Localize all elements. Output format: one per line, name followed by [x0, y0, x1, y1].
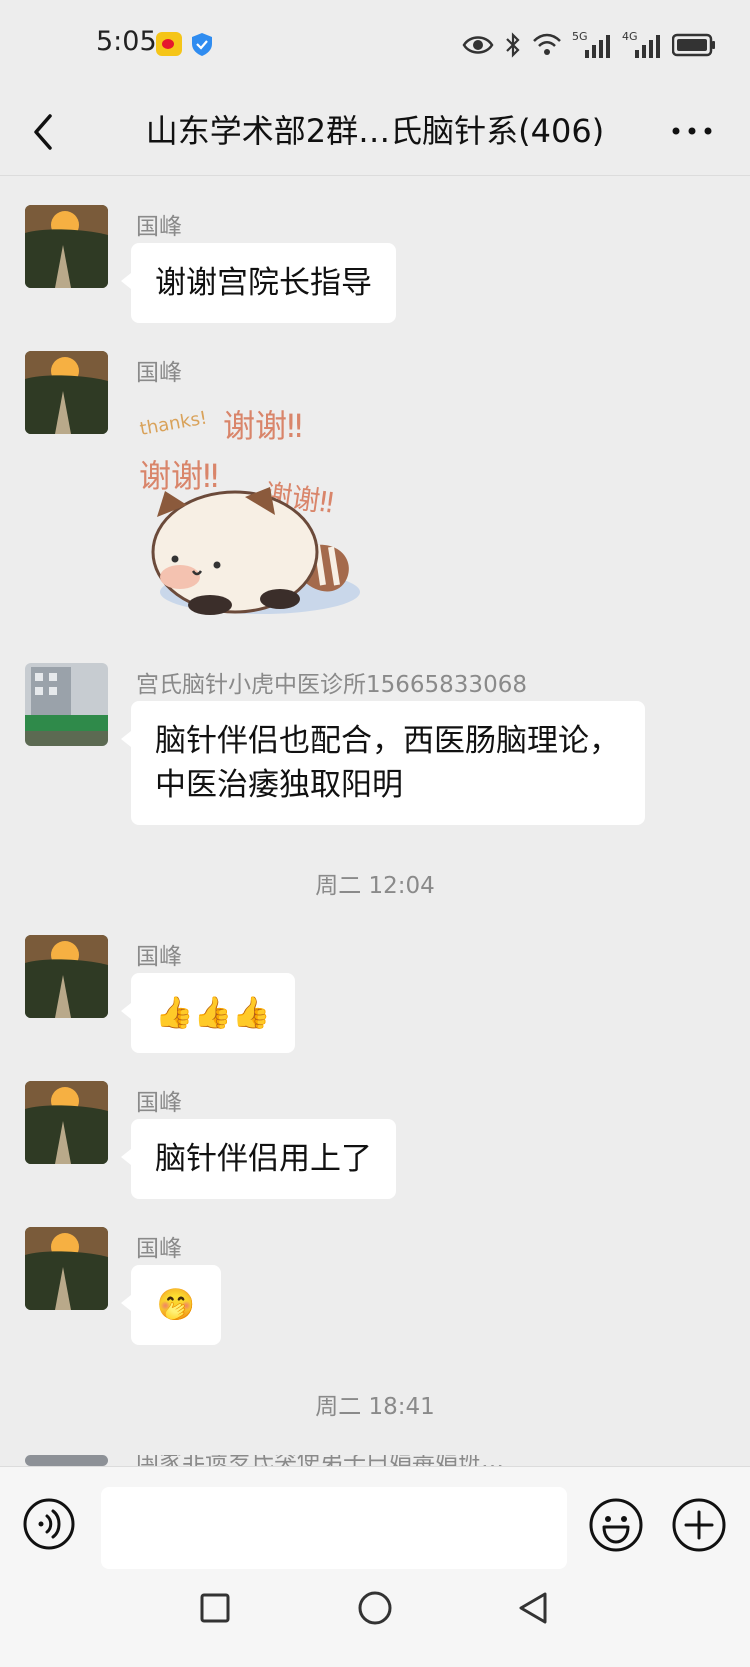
- chat-timestamp: 周二 18:41: [315, 1394, 435, 1420]
- sender-name: 宫氏脑针小虎中医诊所15665833068: [136, 672, 527, 698]
- message-item: 国峰 脑针伴侣用上了: [0, 1081, 750, 1201]
- back-arrow-icon[interactable]: [26, 110, 62, 154]
- sender-name: 国峰: [136, 944, 182, 970]
- message-item: 宫氏脑针小虎中医诊所15665833068 脑针伴侣也配合，西医肠脑理论，中医治…: [0, 663, 750, 833]
- sender-name: 国峰: [136, 214, 182, 240]
- message-bubble[interactable]: 脑针伴侣用上了: [121, 1119, 396, 1199]
- message-item: 国峰 👍👍👍: [0, 935, 750, 1055]
- message-item: 国峰 thanks! 谢谢‼ 谢谢‼ 谢谢‼: [0, 351, 750, 636]
- avatar[interactable]: [25, 1081, 108, 1164]
- avatar-sunset-image: [25, 1081, 108, 1164]
- avatar[interactable]: [25, 1227, 108, 1310]
- more-functions-plus-icon[interactable]: [671, 1497, 727, 1553]
- battery-icon: [672, 33, 715, 57]
- wifi-icon: [533, 33, 561, 55]
- bluetooth-icon: [506, 32, 520, 58]
- status-bar: 5:05 5G 4G: [0, 0, 750, 88]
- sticker-text: 谢谢‼: [223, 407, 303, 445]
- message-item: 国峰 谢谢宫院长指导: [0, 205, 750, 325]
- chat-header: 山东学术部2群…氏脑针系(406): [0, 88, 750, 176]
- system-navigation-bar: [0, 1578, 750, 1667]
- emoji-picker-icon[interactable]: [588, 1497, 644, 1553]
- eye-icon: [462, 36, 494, 54]
- sender-name: 国峰: [136, 1236, 182, 1262]
- emoji-content: 🤭: [156, 1287, 196, 1323]
- voice-input-icon[interactable]: [22, 1497, 76, 1551]
- chat-input-bar: [0, 1466, 750, 1578]
- sender-name: 国家非遗罗氏突使弟子白娟毒娟班…: [136, 1455, 504, 1466]
- avatar-sunset-image: [25, 1227, 108, 1310]
- avatar[interactable]: [25, 351, 108, 434]
- avatar-clinic-building-image: [25, 663, 108, 746]
- chat-title: 山东学术部2群…氏脑针系(406): [145, 112, 605, 150]
- shield-notification-icon: [192, 33, 212, 56]
- avatar[interactable]: [25, 1455, 108, 1466]
- avatar-sunset-image: [25, 935, 108, 1018]
- sender-name: 国峰: [136, 1090, 182, 1116]
- signal-5g-icon: 5G: [572, 30, 612, 60]
- avatar-sunset-image: [25, 351, 108, 434]
- message-item: 国峰 🤭: [0, 1227, 750, 1347]
- message-bubble[interactable]: 谢谢宫院长指导: [121, 243, 396, 323]
- message-item-partial: 国家非遗罗氏突使弟子白娟毒娟班…: [0, 1455, 750, 1466]
- sticker-text: thanks!: [138, 407, 209, 439]
- weibo-notification-icon: [156, 32, 182, 56]
- emoji-content: 👍👍👍: [155, 995, 271, 1031]
- avatar[interactable]: [25, 663, 108, 746]
- message-bubble[interactable]: 脑针伴侣也配合，西医肠脑理论，中医治痿独取阳明: [121, 701, 645, 825]
- status-time: 5:05: [96, 26, 157, 57]
- sticker-text: 谢谢‼: [139, 457, 219, 495]
- message-text-input[interactable]: [101, 1487, 567, 1569]
- sticker-raccoon-thanks[interactable]: thanks! 谢谢‼ 谢谢‼ 谢谢‼: [135, 387, 375, 637]
- avatar[interactable]: [25, 935, 108, 1018]
- signal-4g-icon: 4G: [622, 30, 662, 60]
- back-triangle-icon[interactable]: [515, 1590, 551, 1626]
- message-bubble[interactable]: 👍👍👍: [121, 973, 295, 1053]
- message-bubble[interactable]: 🤭: [121, 1265, 221, 1345]
- chat-timestamp: 周二 12:04: [315, 873, 435, 899]
- home-circle-icon[interactable]: [357, 1590, 393, 1626]
- avatar[interactable]: [25, 205, 108, 288]
- more-options-icon[interactable]: [670, 116, 714, 146]
- avatar-sunset-image: [25, 205, 108, 288]
- recent-apps-square-icon[interactable]: [199, 1592, 231, 1624]
- sender-name: 国峰: [136, 360, 182, 386]
